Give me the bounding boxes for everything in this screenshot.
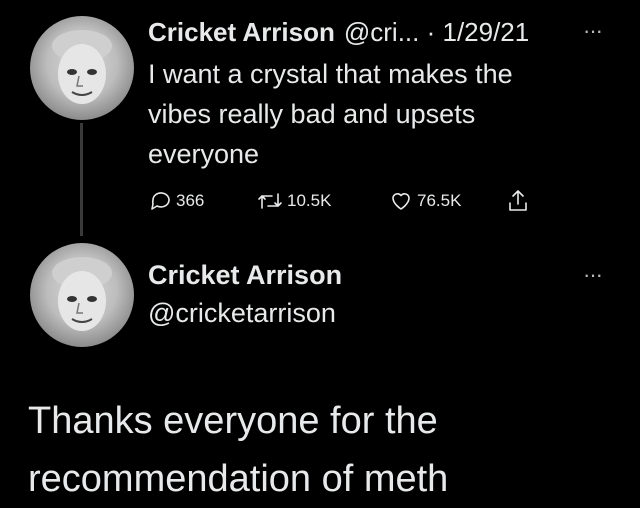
avatar-face (52, 30, 112, 104)
tweet2-more-icon[interactable]: ··· (583, 262, 603, 288)
avatar[interactable] (30, 243, 134, 347)
tweet1-display-name[interactable]: Cricket Arrison (148, 17, 335, 48)
tweet1-actions: 366 10.5K 76.5K (148, 186, 548, 216)
tweet2-text: Thanks everyone for the recommendation o… (28, 400, 449, 500)
tweet1-header: Cricket Arrison @cri... · 1/29/21 (148, 12, 529, 52)
reply-icon (151, 192, 170, 210)
reply-button[interactable]: 366 (148, 186, 204, 216)
like-icon (392, 193, 410, 210)
share-button[interactable] (506, 186, 530, 216)
retweet-icon (258, 193, 282, 209)
thread-line (80, 123, 83, 236)
avatar[interactable] (30, 16, 134, 120)
retweet-button[interactable]: 10.5K (257, 186, 331, 216)
tweet1-text: I want a crystal that makes the vibes re… (148, 59, 513, 169)
tweet2-display-name[interactable]: Cricket Arrison (148, 260, 342, 291)
tweet1-more-icon[interactable]: ··· (583, 18, 603, 44)
share-icon (509, 190, 527, 211)
tweet1-handle-date[interactable]: @cri... · 1/29/21 (344, 17, 529, 48)
like-button[interactable]: 76.5K (389, 186, 461, 216)
like-count: 76.5K (417, 191, 462, 210)
reply-count: 366 (176, 191, 205, 210)
retweet-count: 10.5K (287, 191, 332, 210)
avatar-face (52, 257, 112, 331)
tweet2-handle[interactable]: @cricketarrison (148, 298, 336, 329)
